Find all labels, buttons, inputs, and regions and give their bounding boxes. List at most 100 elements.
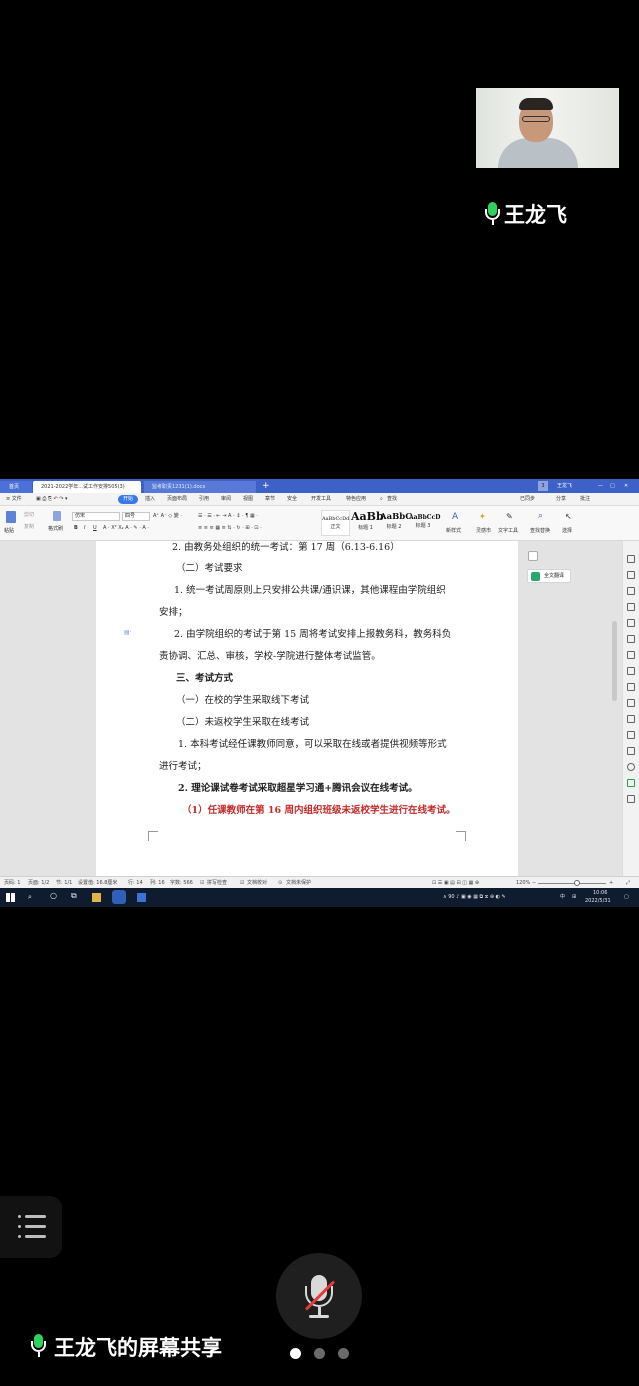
menu-references[interactable]: 引用 xyxy=(199,495,209,504)
notification-icon[interactable]: ▢ xyxy=(624,894,629,900)
tab-home[interactable]: 首页 xyxy=(0,481,32,493)
tray-time[interactable]: 10:06 xyxy=(593,890,607,896)
vertical-scrollbar[interactable] xyxy=(612,621,617,701)
taskbar-wps-icon[interactable] xyxy=(112,890,126,904)
taskbar-explorer-icon[interactable] xyxy=(92,893,101,902)
fullscreen-icon[interactable]: ⤢ xyxy=(626,879,630,887)
taskbar-meeting-icon[interactable] xyxy=(137,893,146,902)
menu-view[interactable]: 视图 xyxy=(243,495,253,504)
font-grow-shrink-icons[interactable]: A⁺ A⁻ ◇ 變 · xyxy=(153,513,182,519)
rail-cursor-icon[interactable] xyxy=(627,571,635,579)
protect-icon[interactable]: ⊙ xyxy=(278,879,282,887)
page-indicator[interactable] xyxy=(288,1348,350,1360)
page-dot-1[interactable] xyxy=(290,1348,301,1359)
font-effects-icons[interactable]: A · X² X₂ A · ✎ · A · xyxy=(103,525,149,531)
rail-history-icon[interactable] xyxy=(627,747,635,755)
comment-button[interactable]: 批注 xyxy=(580,495,590,504)
menu-developer[interactable]: 开发工具 xyxy=(311,495,331,504)
rail-layout-icon[interactable] xyxy=(627,683,635,691)
search-icon[interactable]: ⌕ xyxy=(380,495,383,504)
zoom-in-icon[interactable]: + xyxy=(609,879,613,887)
zoom-slider-track[interactable] xyxy=(538,883,606,884)
close-icon[interactable]: ✕ xyxy=(624,481,628,491)
mute-mic-button[interactable] xyxy=(276,1253,362,1339)
status-spell[interactable]: 拼写检查 xyxy=(207,879,227,887)
status-proof[interactable]: 文档校对 xyxy=(247,879,267,887)
rail-property-icon[interactable] xyxy=(627,603,635,611)
rail-share-icon[interactable] xyxy=(627,699,635,707)
status-words[interactable]: 字数: 566 xyxy=(170,879,193,887)
find-replace-button[interactable]: 查找替换 xyxy=(530,528,550,534)
rail-backup-icon[interactable] xyxy=(627,731,635,739)
zoom-slider-knob[interactable] xyxy=(574,880,581,886)
find-icon[interactable]: ⌕ xyxy=(538,511,543,521)
underline-icon[interactable]: U xyxy=(93,525,97,531)
page-dot-3[interactable] xyxy=(338,1348,349,1359)
tray-icons[interactable]: ∧ 90 ♪ ▣ ◉ ▦ ⧉ ⧖ ⊕ ◐ ✎ xyxy=(443,894,506,900)
cursor-icon[interactable]: ↖ xyxy=(565,512,572,522)
menu-insert[interactable]: 插入 xyxy=(145,495,155,504)
inspiration-button[interactable]: 灵感市 xyxy=(476,528,491,534)
rail-help-icon[interactable] xyxy=(627,763,635,771)
menu-search[interactable]: 查找 xyxy=(387,495,397,504)
page-dot-2[interactable] xyxy=(314,1348,325,1359)
style-heading-1[interactable]: AaBb 标题 1 xyxy=(351,510,384,536)
paragraph-align-icons[interactable]: ≡ ≡ ≡ ▦ ≡ ⇅ · ↻ · ⊞ · ⊡ · xyxy=(198,525,262,531)
style-normal[interactable]: AaBbCcDd 正文 xyxy=(321,510,350,536)
paste-label[interactable]: 粘贴 xyxy=(4,528,14,534)
minimize-icon[interactable]: — xyxy=(598,481,603,491)
format-painter-icon[interactable] xyxy=(53,511,61,521)
bold-icon[interactable]: B xyxy=(74,525,78,531)
status-zoom[interactable]: 120% xyxy=(516,879,530,887)
status-protect[interactable]: 文档未保护 xyxy=(286,879,311,887)
taskbar-cortana-icon[interactable]: ○ xyxy=(50,892,57,900)
rail-table-icon[interactable] xyxy=(627,619,635,627)
paragraph-marker-icon[interactable]: ▤· xyxy=(124,629,132,636)
menu-page-layout[interactable]: 页面布局 xyxy=(167,495,187,504)
new-style-icon[interactable]: A xyxy=(452,512,458,522)
list-indent-icons[interactable]: ☰ · ☰ · ⇤ ⇥ A · ↕ · ¶ ▦ · xyxy=(198,513,258,519)
style-heading-3[interactable]: AaBbCcD 标题 3 xyxy=(409,510,440,536)
taskbar-taskview-icon[interactable]: ⧉ xyxy=(71,892,77,900)
new-tab-button[interactable]: + xyxy=(262,480,270,492)
wrench-icon[interactable]: ✎ xyxy=(506,512,513,522)
quick-toolbar-icons[interactable]: ▣ ⎙ ⎘ ↶ ↷ ▾ xyxy=(36,495,68,504)
rail-template-icon[interactable] xyxy=(627,715,635,723)
account-name[interactable]: 王龙飞 xyxy=(557,481,587,491)
taskbar-search-icon[interactable]: ⌕ xyxy=(28,894,32,901)
rail-green-icon[interactable] xyxy=(627,779,635,787)
style-heading-2[interactable]: AaBbC 标题 2 xyxy=(380,510,412,536)
text-tools-button[interactable]: 文字工具 xyxy=(498,528,518,534)
menu-security[interactable]: 安全 xyxy=(287,495,297,504)
tray-lang[interactable]: 中 xyxy=(560,894,565,900)
menu-special[interactable]: 特色应用 xyxy=(346,495,366,504)
zoom-out-icon[interactable]: − xyxy=(532,879,536,887)
side-collapse-icon[interactable] xyxy=(528,551,538,561)
participants-menu-button[interactable] xyxy=(0,1196,62,1258)
rail-doc-icon[interactable] xyxy=(627,667,635,675)
rail-image-icon[interactable] xyxy=(627,635,635,643)
lightbulb-icon[interactable]: ✦ xyxy=(479,512,486,522)
italic-icon[interactable]: I xyxy=(84,525,85,531)
select-button[interactable]: 选择 xyxy=(562,528,572,534)
menu-file[interactable]: ≡ 文件 xyxy=(6,495,22,504)
share-button[interactable]: 分享 xyxy=(556,495,566,504)
menu-home[interactable]: 开始 xyxy=(118,495,139,504)
spell-check-icon[interactable]: ☑ xyxy=(200,879,204,887)
rail-style-icon[interactable] xyxy=(627,587,635,595)
view-mode-icons[interactable]: ⊡ ☰ ▣ ▤ ⊟ ◫ ▦ ⊕ xyxy=(432,879,479,887)
paste-icon[interactable] xyxy=(6,511,16,523)
new-style-button[interactable]: 新样式 xyxy=(446,528,461,534)
menu-chapter[interactable]: 章节 xyxy=(265,495,275,504)
status-pages[interactable]: 页面: 1/2 xyxy=(28,879,49,887)
maximize-icon[interactable]: □ xyxy=(610,481,615,491)
tray-date[interactable]: 2022/5/31 xyxy=(585,898,611,904)
document-page[interactable]: 2. 由教务处组织的统一考试：第 17 周（6.13-6.16） （二）考试要求… xyxy=(96,541,518,876)
tray-ime-icon[interactable]: ⊞ xyxy=(572,894,576,900)
format-painter-label[interactable]: 格式刷 xyxy=(48,526,63,532)
cut-button[interactable]: 剪切 xyxy=(24,512,34,518)
tab-document-2[interactable]: 监考职责1231(1).docx xyxy=(144,481,256,493)
windows-start-icon[interactable] xyxy=(6,893,15,902)
menu-review[interactable]: 审阅 xyxy=(221,495,231,504)
proof-icon[interactable]: ☑ xyxy=(240,879,244,887)
